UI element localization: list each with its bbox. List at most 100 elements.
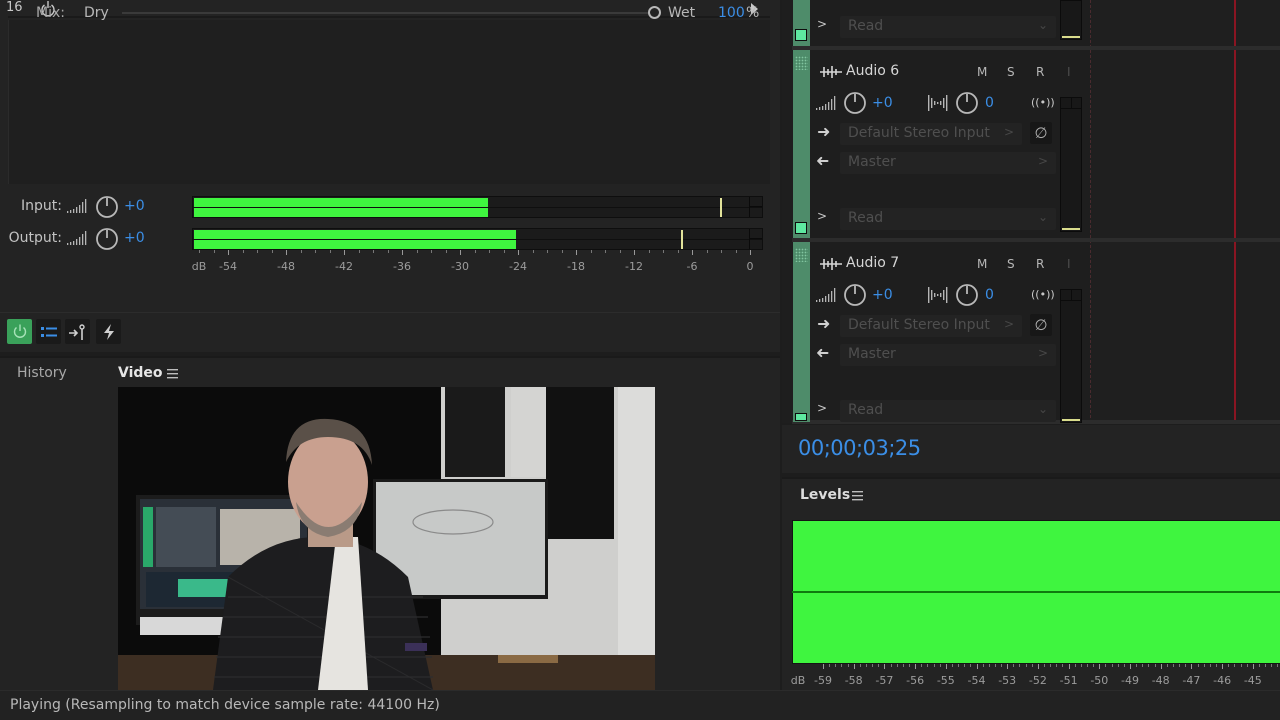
levels-tick-label: -48 <box>1151 674 1170 687</box>
db-tick <box>460 250 461 255</box>
db-tick <box>315 250 316 253</box>
automation-expand-chevron[interactable]: > <box>817 401 827 415</box>
phase-invert-button[interactable]: ∅ <box>1030 122 1052 144</box>
input-gain-value[interactable]: +0 <box>124 198 145 214</box>
output-gain-knob[interactable] <box>95 227 119 251</box>
input-meter-right-channel <box>194 208 488 217</box>
track-drag-handle[interactable] <box>795 56 808 70</box>
broadcast-icon[interactable]: ((•)) <box>1031 288 1055 301</box>
levels-panel-title[interactable]: Levels <box>800 487 850 503</box>
levels-minor-tick <box>1185 664 1187 667</box>
panel-menu-icon[interactable] <box>851 488 865 502</box>
db-tick <box>561 250 563 253</box>
track-name[interactable]: Audio 7 <box>846 255 899 271</box>
db-tick <box>474 250 476 253</box>
automation-mode-dropdown[interactable]: Read ⌄ <box>840 208 1056 230</box>
volume-value[interactable]: +0 <box>872 95 893 111</box>
levels-tick-label: -58 <box>844 674 863 687</box>
tab-video[interactable]: Video <box>118 365 163 381</box>
output-clip-indicator[interactable] <box>749 229 762 249</box>
playhead[interactable] <box>1234 0 1236 423</box>
output-gain-value[interactable]: +0 <box>124 230 145 246</box>
track-select-indicator[interactable] <box>795 413 807 421</box>
timecode-display[interactable]: 00;00;03;25 <box>798 436 921 460</box>
input-gain-knob[interactable] <box>95 195 119 219</box>
levels-db-scale: dB -59 -58 -57 -56 -55 -54 -53 -52 -51 -50 -49 -48-… <box>791 664 1280 688</box>
input-monitor-button[interactable]: I <box>1067 65 1071 79</box>
input-clip-indicator[interactable] <box>749 197 762 217</box>
tab-history[interactable]: History <box>17 365 67 381</box>
waveform-icon <box>820 256 842 275</box>
levels-minor-tick <box>1080 664 1082 667</box>
track-color-strip[interactable] <box>793 0 810 46</box>
track-select-indicator[interactable] <box>795 222 807 234</box>
track-output-dropdown[interactable]: Master > <box>840 344 1056 366</box>
track-input-dropdown[interactable]: Default Stereo Input > <box>840 315 1022 337</box>
record-arm-button[interactable]: R <box>1036 65 1044 79</box>
db-tick <box>242 250 244 253</box>
phase-invert-button[interactable]: ∅ <box>1030 314 1052 336</box>
levels-minor-tick <box>921 664 923 667</box>
mix-slider-track[interactable] <box>122 12 650 14</box>
input-level-meter <box>192 196 763 218</box>
mix-dry-label: Dry <box>84 5 109 21</box>
levels-minor-tick <box>970 664 972 667</box>
mute-button[interactable]: M <box>977 257 987 271</box>
solo-button[interactable]: S <box>1007 257 1015 271</box>
track-color-strip[interactable] <box>793 50 810 238</box>
input-monitor-button[interactable]: I <box>1067 257 1071 271</box>
mute-button[interactable]: M <box>977 65 987 79</box>
input-arrow-icon: ➜ <box>817 122 831 141</box>
db-tick <box>416 250 418 253</box>
levels-tick <box>1130 664 1131 669</box>
apply-preset-button[interactable] <box>96 319 121 344</box>
timeline-area[interactable] <box>1090 0 1280 423</box>
levels-minor-tick <box>1056 664 1058 667</box>
volume-value[interactable]: +0 <box>872 287 893 303</box>
routing-button[interactable] <box>65 319 90 344</box>
track-input-dropdown[interactable]: Default Stereo Input > <box>840 123 1022 145</box>
track-name[interactable]: Audio 6 <box>846 63 899 79</box>
levels-minor-tick <box>1031 664 1033 667</box>
chevron-right-icon: > <box>1003 125 1014 139</box>
mix-slider-thumb[interactable] <box>648 6 661 19</box>
levels-minor-tick <box>1234 664 1236 667</box>
automation-mode-dropdown[interactable]: Read ⌄ <box>840 16 1056 38</box>
power-icon <box>13 324 26 338</box>
track-color-strip[interactable] <box>793 242 810 422</box>
output-label: Output: <box>8 230 62 246</box>
levels-tick-label: -52 <box>1028 674 1047 687</box>
solo-button[interactable]: S <box>1007 65 1015 79</box>
levels-tick <box>976 664 978 669</box>
waveform-icon <box>820 64 842 83</box>
levels-meter <box>792 520 1280 664</box>
levels-minor-tick <box>1013 664 1015 667</box>
pan-knob[interactable] <box>955 283 979 307</box>
pan-icon <box>927 94 951 116</box>
automation-mode-dropdown[interactable]: Read ⌄ <box>840 400 1056 422</box>
track-drag-handle[interactable] <box>795 248 808 262</box>
levels-minor-tick <box>835 664 837 667</box>
volume-knob[interactable] <box>843 91 867 115</box>
levels-minor-tick <box>841 664 843 667</box>
pan-value[interactable]: 0 <box>985 287 994 303</box>
db-tick <box>576 250 577 255</box>
panel-menu-icon[interactable] <box>166 366 180 380</box>
effect-slot-number: 16 <box>6 0 23 15</box>
record-arm-button[interactable]: R <box>1036 257 1044 271</box>
track-output-dropdown[interactable]: Master > <box>840 152 1056 174</box>
automation-expand-chevron[interactable]: > <box>817 209 827 223</box>
effect-list-button[interactable] <box>36 319 61 344</box>
rack-power-button[interactable] <box>7 319 32 344</box>
levels-minor-tick <box>859 664 861 667</box>
volume-knob[interactable] <box>843 283 867 307</box>
pan-knob[interactable] <box>955 91 979 115</box>
mix-value[interactable]: 100 <box>718 5 745 21</box>
broadcast-icon[interactable]: ((•)) <box>1031 96 1055 109</box>
pan-value[interactable]: 0 <box>985 95 994 111</box>
output-level-meter <box>192 228 763 250</box>
track-select-indicator[interactable] <box>795 29 807 41</box>
automation-expand-chevron[interactable]: > <box>817 17 827 31</box>
levels-minor-tick <box>878 664 880 667</box>
levels-minor-tick <box>872 664 874 667</box>
